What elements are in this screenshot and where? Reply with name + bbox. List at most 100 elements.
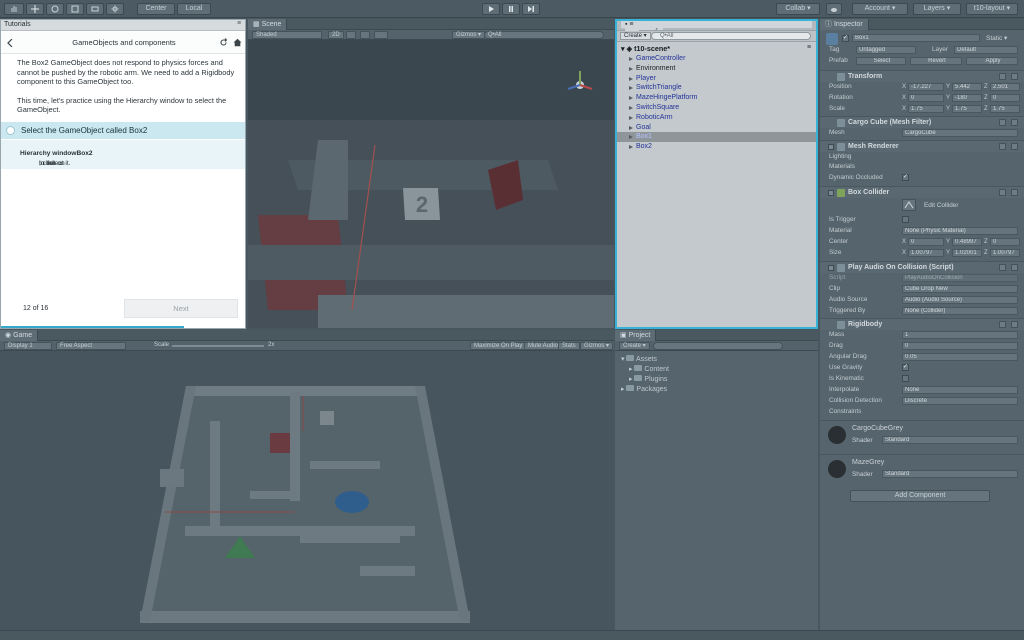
audio-source-field[interactable]: Audio (Audio Source) — [902, 296, 1018, 304]
layer-dropdown[interactable]: Default — [954, 46, 1018, 54]
add-component-button[interactable]: Add Component — [850, 490, 990, 502]
help-icon[interactable] — [999, 73, 1006, 80]
rigidbody-header[interactable]: Rigidbody — [820, 318, 1024, 330]
shader-dropdown[interactable]: Standard — [882, 470, 1018, 478]
plugins-folder[interactable]: ▸ Plugins — [629, 375, 667, 383]
expand-triangle-icon[interactable] — [629, 76, 633, 81]
content-folder[interactable]: ▸ Content — [629, 365, 669, 373]
hierarchy-search-input[interactable]: Q•All — [651, 32, 811, 40]
expand-triangle-icon[interactable] — [629, 106, 633, 110]
prefab-revert-button[interactable]: Revert — [910, 57, 962, 65]
shader-dropdown[interactable]: Standard — [882, 436, 1018, 444]
mesh-renderer-header[interactable]: Mesh Renderer — [820, 140, 1024, 152]
hierarchy-item[interactable]: SwitchSquare — [617, 103, 816, 113]
settings-icon[interactable] — [1011, 264, 1018, 271]
scene-viewport[interactable]: 2 — [248, 40, 614, 328]
expand-triangle-icon[interactable] — [629, 57, 633, 61]
help-icon[interactable] — [999, 189, 1006, 196]
panel-menu-icon[interactable]: ≡ — [237, 20, 241, 27]
materials-foldout[interactable]: Materials — [820, 162, 1024, 172]
size-y-field[interactable]: 1.02001 — [952, 249, 982, 257]
packages-folder[interactable]: ▸ Packages — [621, 385, 667, 393]
position-x-field[interactable]: -17.227 — [908, 83, 944, 91]
collab-dropdown[interactable]: Collab ▾ — [776, 3, 820, 15]
constraints-foldout[interactable]: Constraints — [820, 407, 1024, 417]
project-create-dropdown[interactable]: Create ▾ — [619, 342, 650, 350]
lock-icon[interactable]: ▪ ≡ — [621, 21, 812, 28]
tab-tutorials[interactable]: Tutorials — [4, 21, 31, 28]
box-collider-header[interactable]: Box Collider — [820, 186, 1024, 198]
scene-search-input[interactable]: Q•All — [484, 31, 604, 39]
hierarchy-item[interactable]: GameController — [617, 54, 816, 64]
hierarchy-create-dropdown[interactable]: Create ▾ — [620, 32, 651, 40]
rotation-x-field[interactable]: 0 — [908, 94, 944, 102]
clip-field[interactable]: Cube Drop New — [902, 285, 1018, 293]
pause-button[interactable] — [502, 3, 520, 15]
position-z-field[interactable]: 2.501 — [990, 83, 1020, 91]
help-icon[interactable] — [999, 264, 1006, 271]
cloud-icon[interactable] — [826, 3, 842, 15]
layers-dropdown[interactable]: Layers ▾ — [913, 3, 961, 15]
expand-triangle-icon[interactable] — [629, 135, 633, 140]
settings-icon[interactable] — [1011, 143, 1018, 150]
aspect-dropdown[interactable]: Free Aspect — [56, 342, 126, 350]
hierarchy-item[interactable]: Player — [617, 74, 816, 84]
next-button[interactable]: Next — [124, 299, 238, 318]
triggered-by-field[interactable]: None (Collider) — [902, 307, 1018, 315]
rotate-tool-button[interactable] — [46, 3, 64, 15]
tab-project[interactable]: ▣ Project — [615, 330, 657, 341]
lighting-toggle-icon[interactable] — [346, 31, 356, 39]
dynamic-occluded-checkbox[interactable]: ✓ — [902, 174, 909, 181]
hierarchy-item[interactable]: MazeHingePlatform — [617, 93, 816, 103]
pivot-center-toggle[interactable]: Center — [137, 3, 175, 15]
scene-root-row[interactable]: ▾ ◈ t10-scene* — [621, 44, 670, 53]
mass-field[interactable]: 1 — [902, 331, 1018, 339]
interpolate-dropdown[interactable]: None — [902, 386, 1018, 394]
hand-tool-button[interactable] — [4, 3, 24, 15]
hierarchy-item[interactable]: SwitchTriangle — [617, 83, 816, 93]
expand-triangle-icon[interactable] — [629, 125, 633, 130]
angular-drag-field[interactable]: 0.05 — [902, 353, 1018, 361]
play-audio-checkbox[interactable] — [828, 265, 834, 271]
2d-toggle[interactable]: 2D — [328, 31, 344, 39]
prefab-apply-button[interactable]: Apply — [966, 57, 1018, 65]
tab-game[interactable]: ◉ Game — [0, 330, 39, 341]
hierarchy-item[interactable]: Box2 — [617, 142, 816, 152]
effects-toggle-icon[interactable] — [374, 31, 388, 39]
center-y-field[interactable]: 0.48997 — [952, 238, 982, 246]
settings-icon[interactable] — [1011, 189, 1018, 196]
settings-icon[interactable] — [1011, 119, 1018, 126]
tab-inspector[interactable]: ⓘ Inspector — [820, 19, 869, 30]
material-field[interactable]: None (Physic Material) — [902, 227, 1018, 235]
audio-toggle-icon[interactable] — [360, 31, 370, 39]
scale-slider[interactable] — [172, 345, 264, 347]
settings-icon[interactable] — [1011, 73, 1018, 80]
static-dropdown[interactable]: Static ▾ — [986, 34, 1007, 42]
transform-header[interactable]: Transform — [820, 70, 1024, 82]
help-icon[interactable] — [999, 321, 1006, 328]
scale-z-field[interactable]: 1.75 — [990, 105, 1020, 113]
expand-triangle-icon[interactable] — [629, 115, 633, 120]
restart-icon[interactable] — [219, 38, 228, 47]
scene-gizmos-dropdown[interactable]: Gizmos ▾ — [452, 31, 486, 39]
play-button[interactable] — [482, 3, 500, 15]
stats-toggle[interactable]: Stats — [558, 342, 580, 350]
assets-folder[interactable]: ▾ Assets — [621, 355, 657, 363]
prefab-select-button[interactable]: Select — [856, 57, 906, 65]
is-kinematic-checkbox[interactable] — [902, 375, 909, 382]
rect-tool-button[interactable] — [86, 3, 104, 15]
layout-dropdown[interactable]: t10-layout ▾ — [966, 3, 1018, 15]
settings-icon[interactable] — [1011, 321, 1018, 328]
move-tool-button[interactable] — [26, 3, 44, 15]
lighting-foldout[interactable]: Lighting — [820, 152, 1024, 162]
transform-tool-button[interactable] — [106, 3, 124, 15]
hierarchy-item[interactable]: RoboticArm — [617, 113, 816, 123]
game-viewport[interactable] — [0, 351, 614, 630]
mesh-field[interactable]: CargoCube — [902, 129, 1018, 137]
mute-audio-toggle[interactable]: Mute Audio — [524, 342, 563, 350]
size-z-field[interactable]: 1.00797 — [990, 249, 1020, 257]
size-x-field[interactable]: 1.00797 — [908, 249, 944, 257]
mesh-renderer-checkbox[interactable] — [828, 144, 834, 150]
hierarchy-item[interactable]: Box1 — [617, 132, 816, 143]
rotation-y-field[interactable]: -180 — [952, 94, 982, 102]
